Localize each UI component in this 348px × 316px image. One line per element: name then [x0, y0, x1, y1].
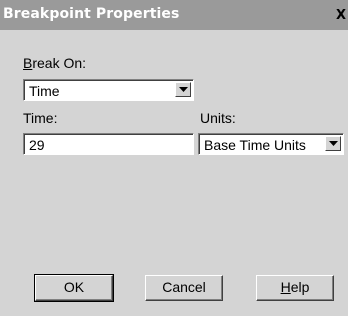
break-on-label-text: reak On:: [32, 55, 87, 71]
breakpoint-properties-dialog: Breakpoint Properties X Break On: Time T…: [0, 0, 348, 316]
break-on-select[interactable]: Time: [23, 79, 194, 101]
title-bar[interactable]: Breakpoint Properties X: [0, 0, 348, 30]
units-select[interactable]: Base Time Units: [198, 133, 344, 155]
chevron-down-icon: [329, 141, 338, 146]
cancel-button[interactable]: Cancel: [145, 275, 223, 301]
time-value: 29: [29, 137, 45, 153]
units-label: Units:: [200, 110, 236, 126]
help-button-mnemonic: H: [280, 279, 291, 295]
close-icon: X: [336, 9, 347, 23]
units-dropdown-button[interactable]: [325, 136, 341, 151]
break-on-value: Time: [29, 83, 60, 99]
break-on-label: Break On:: [23, 55, 86, 71]
time-label: Time:: [23, 110, 58, 126]
break-on-dropdown-button[interactable]: [175, 82, 191, 97]
close-button[interactable]: X: [336, 9, 348, 23]
chevron-down-icon: [179, 87, 188, 92]
ok-button[interactable]: OK: [34, 274, 114, 302]
units-value: Base Time Units: [204, 137, 306, 153]
break-on-label-mnemonic: B: [23, 55, 33, 71]
window-title: Breakpoint Properties: [3, 6, 180, 22]
time-input[interactable]: 29: [23, 133, 194, 155]
help-button[interactable]: Help: [256, 275, 334, 301]
help-button-text: elp: [290, 279, 310, 295]
